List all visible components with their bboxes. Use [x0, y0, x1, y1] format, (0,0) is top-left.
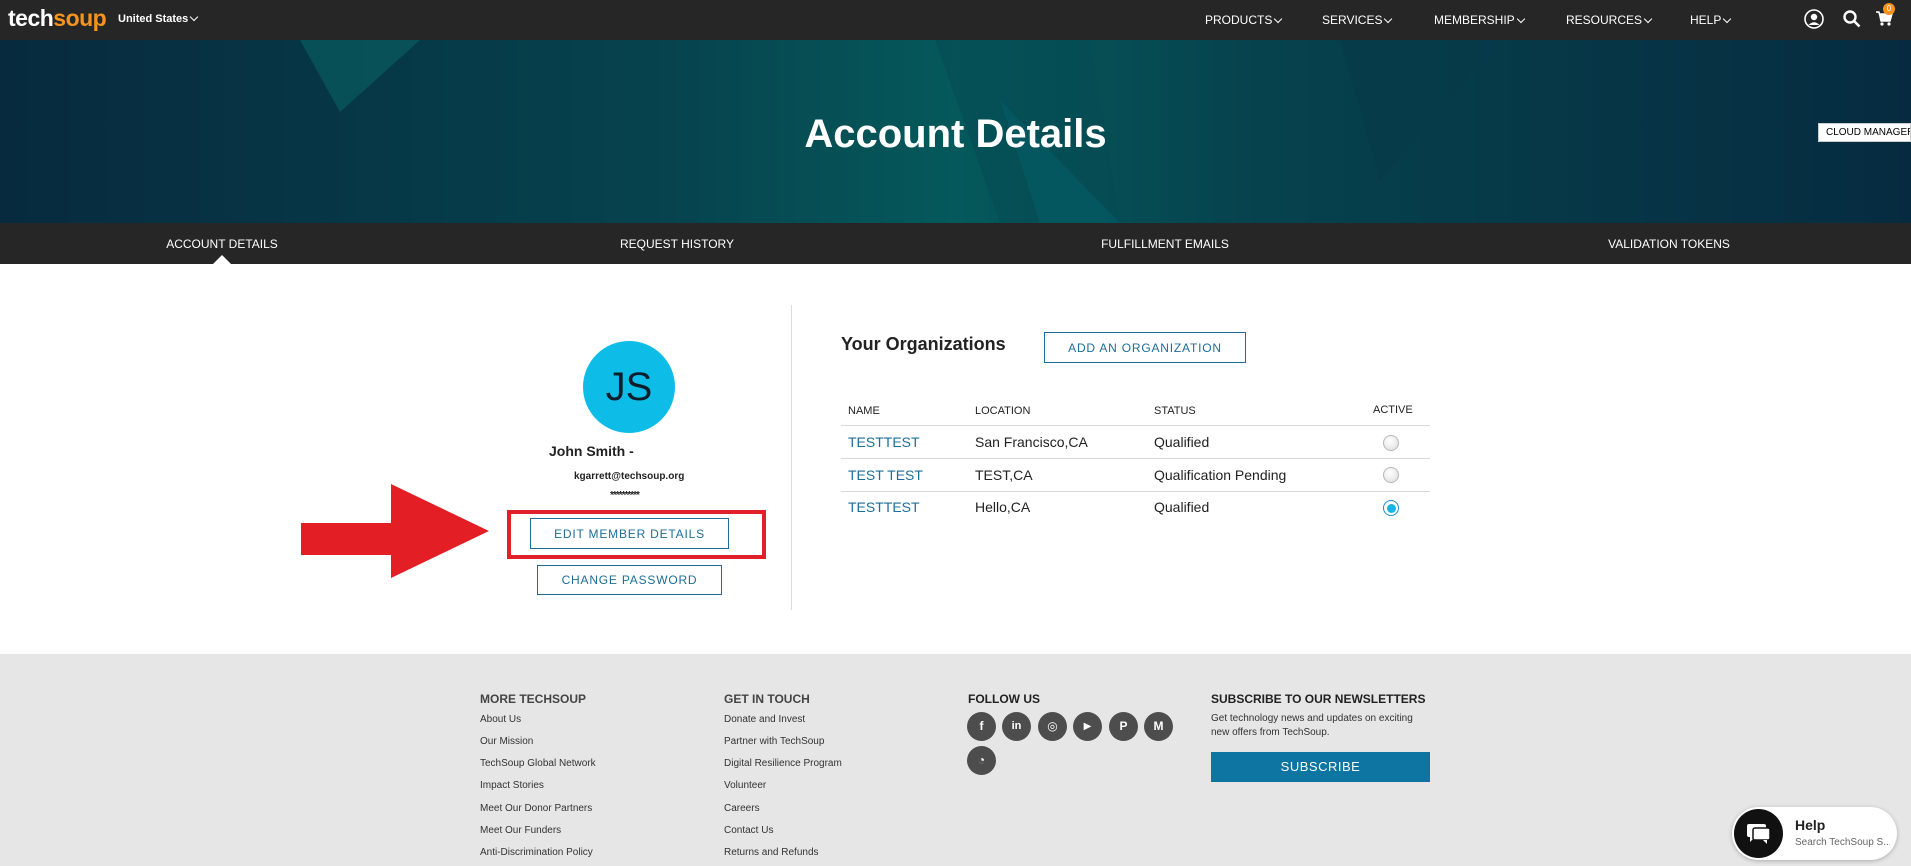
- logo-text-tech: tech: [8, 5, 54, 31]
- footer-heading-more-techsoup: MORE TECHSOUP: [480, 692, 587, 706]
- footer-link[interactable]: Volunteer: [724, 780, 766, 791]
- member-email: kgarrett@techsoup.org: [574, 471, 685, 482]
- top-navigation-bar: techsoup United States PRODUCTS SERVICES…: [0, 0, 1911, 40]
- table-row-divider: [841, 458, 1430, 459]
- facebook-icon[interactable]: f: [967, 712, 996, 741]
- org-status: Qualified: [1154, 434, 1210, 450]
- nav-menu-label: SERVICES: [1322, 13, 1383, 27]
- cloud-manager-button[interactable]: CLOUD MANAGER: [1818, 123, 1911, 142]
- active-radio[interactable]: [1383, 467, 1399, 483]
- rss-icon[interactable]: ◔: [967, 746, 996, 775]
- footer-heading-newsletter: SUBSCRIBE TO OUR NEWSLETTERS: [1211, 692, 1426, 706]
- help-title: Help: [1795, 817, 1826, 833]
- password-mask: **********: [610, 490, 640, 501]
- chevron-down-icon: [1384, 14, 1393, 24]
- column-header-name: NAME: [848, 405, 880, 417]
- country-selector[interactable]: United States: [118, 12, 199, 25]
- medium-icon[interactable]: M: [1144, 712, 1173, 741]
- pinterest-icon[interactable]: P: [1109, 712, 1138, 741]
- org-name-link[interactable]: TEST TEST: [848, 467, 923, 483]
- member-name: John Smith -: [549, 443, 634, 459]
- edit-member-details-button[interactable]: EDIT MEMBER DETAILS: [530, 518, 729, 549]
- newsletter-description: Get technology news and updates on excit…: [1211, 713, 1413, 738]
- search-icon[interactable]: [1842, 9, 1862, 34]
- nav-menu-products[interactable]: PRODUCTS: [1205, 13, 1283, 27]
- cart-count-badge: 0: [1883, 3, 1895, 15]
- footer-link[interactable]: Careers: [724, 803, 760, 814]
- active-tab-indicator: [213, 255, 231, 264]
- nav-menu-help[interactable]: HELP: [1690, 13, 1732, 27]
- red-arrow-annotation: [301, 484, 489, 578]
- tab-validation-tokens[interactable]: VALIDATION TOKENS: [1608, 237, 1730, 251]
- help-subtitle: Search TechSoup S...: [1795, 837, 1890, 848]
- org-location: TEST,CA: [975, 467, 1033, 483]
- column-header-location: LOCATION: [975, 405, 1031, 417]
- footer-link[interactable]: About Us: [480, 714, 521, 725]
- footer-link[interactable]: Returns and Refunds: [724, 847, 819, 858]
- tab-request-history[interactable]: REQUEST HISTORY: [620, 237, 734, 251]
- linkedin-icon[interactable]: in: [1002, 712, 1031, 741]
- chat-bubble-icon: [1734, 809, 1783, 858]
- country-label: United States: [118, 13, 189, 25]
- nav-menu-services[interactable]: SERVICES: [1322, 13, 1393, 27]
- logo-text-soup: soup: [53, 5, 107, 31]
- organizations-heading: Your Organizations: [841, 334, 1006, 354]
- add-organization-button[interactable]: ADD AN ORGANIZATION: [1044, 332, 1246, 363]
- change-password-button[interactable]: CHANGE PASSWORD: [537, 565, 722, 595]
- org-name-link[interactable]: TESTTEST: [848, 434, 920, 450]
- nav-menu-label: RESOURCES: [1566, 13, 1643, 27]
- footer-link[interactable]: Meet Our Funders: [480, 825, 561, 836]
- user-icon[interactable]: [1804, 9, 1824, 34]
- footer-link[interactable]: Digital Resilience Program: [724, 758, 842, 769]
- footer-link[interactable]: Partner with TechSoup: [724, 736, 824, 747]
- youtube-icon[interactable]: ▶: [1073, 712, 1102, 741]
- footer-link[interactable]: TechSoup Global Network: [480, 758, 596, 769]
- tab-account-details[interactable]: ACCOUNT DETAILS: [166, 237, 278, 251]
- help-chat-widget[interactable]: Help Search TechSoup S...: [1732, 807, 1897, 860]
- org-status: Qualification Pending: [1154, 467, 1287, 483]
- footer-heading-get-in-touch: GET IN TOUCH: [724, 692, 810, 706]
- hero-banner: Account Details CLOUD MANAGER: [0, 40, 1911, 223]
- nav-menu-label: PRODUCTS: [1205, 13, 1273, 27]
- footer: [0, 654, 1911, 866]
- nav-menu-membership[interactable]: MEMBERSHIP: [1434, 13, 1525, 27]
- footer-link[interactable]: Our Mission: [480, 736, 533, 747]
- active-radio[interactable]: [1383, 435, 1399, 451]
- nav-menu-label: MEMBERSHIP: [1434, 13, 1515, 27]
- column-header-status: STATUS: [1154, 405, 1196, 417]
- tab-fulfillment-emails[interactable]: FULFILLMENT EMAILS: [1101, 237, 1229, 251]
- avatar: JS: [583, 341, 675, 433]
- account-tabs: ACCOUNT DETAILS REQUEST HISTORY FULFILLM…: [0, 223, 1911, 264]
- techsoup-logo[interactable]: techsoup: [8, 5, 107, 32]
- column-header-active: ACTIVE: [1373, 404, 1413, 416]
- footer-heading-follow-us: FOLLOW US: [968, 692, 1040, 706]
- org-location: Hello,CA: [975, 499, 1031, 515]
- table-row-divider: [841, 491, 1430, 492]
- nav-menu-resources[interactable]: RESOURCES: [1566, 13, 1653, 27]
- chevron-down-icon: [190, 12, 199, 22]
- instagram-icon[interactable]: ◎: [1038, 712, 1067, 741]
- org-status: Qualified: [1154, 499, 1210, 515]
- subscribe-button[interactable]: SUBSCRIBE: [1211, 752, 1430, 782]
- org-location: San Francisco,CA: [975, 434, 1088, 450]
- nav-menu-label: HELP: [1690, 13, 1722, 27]
- org-name-link[interactable]: TESTTEST: [848, 499, 920, 515]
- footer-link[interactable]: Impact Stories: [480, 780, 544, 791]
- table-header-divider: [841, 425, 1430, 426]
- page-title: Account Details: [804, 112, 1107, 156]
- footer-link[interactable]: Meet Our Donor Partners: [480, 803, 592, 814]
- chevron-down-icon: [1274, 14, 1283, 24]
- footer-link[interactable]: Contact Us: [724, 825, 773, 836]
- chevron-down-icon: [1516, 14, 1525, 24]
- chevron-down-icon: [1723, 14, 1732, 24]
- section-divider: [791, 305, 792, 610]
- footer-link[interactable]: Donate and Invest: [724, 714, 805, 725]
- footer-link[interactable]: Anti-Discrimination Policy: [480, 847, 593, 858]
- active-radio-selected[interactable]: [1383, 500, 1399, 516]
- chevron-down-icon: [1643, 14, 1653, 24]
